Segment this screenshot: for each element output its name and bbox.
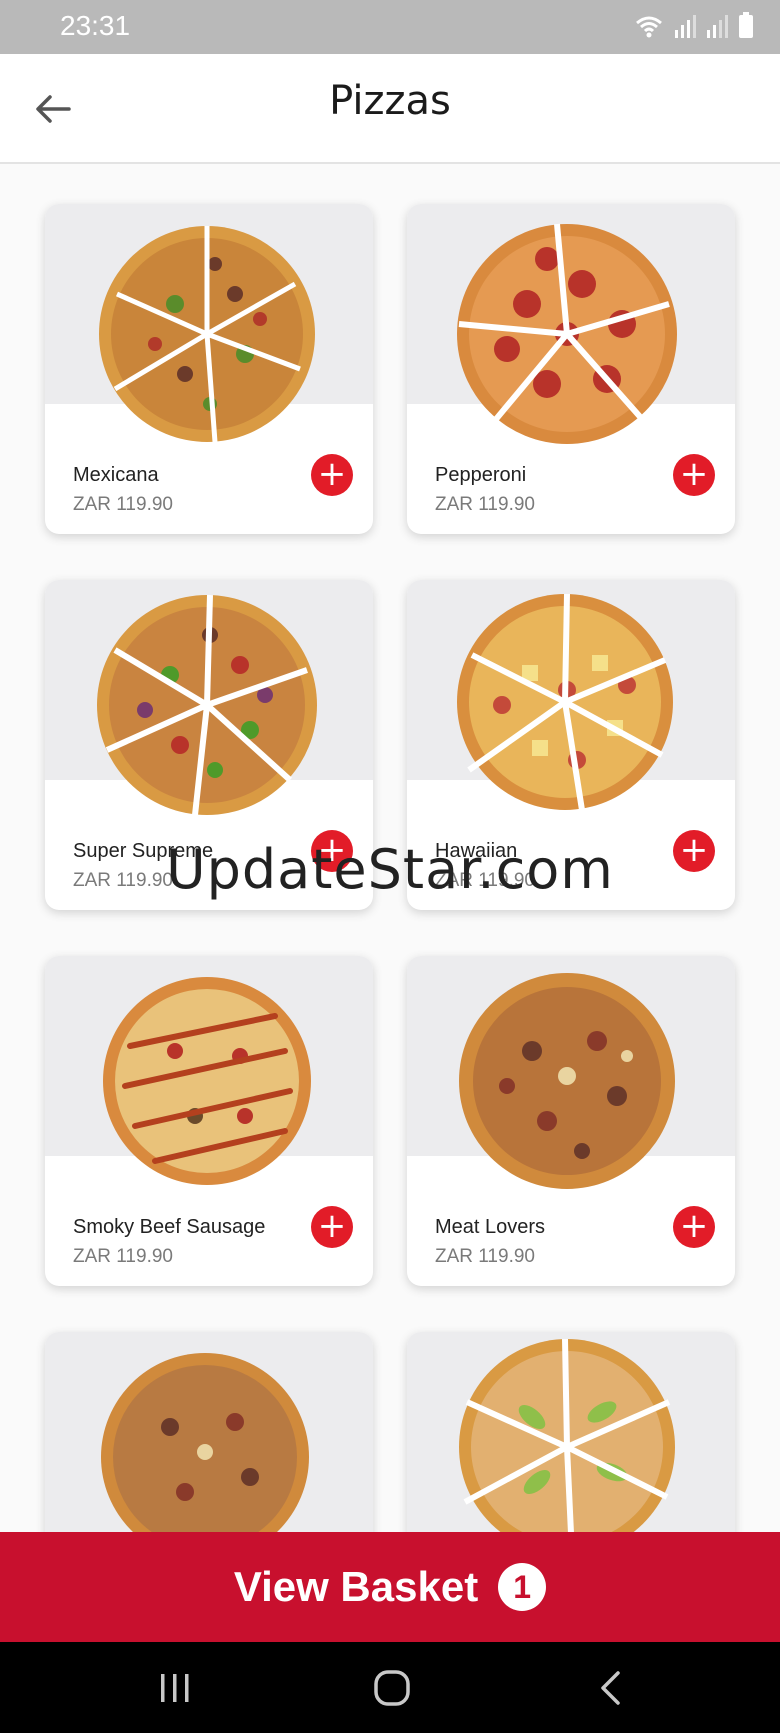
plus-icon: +	[679, 453, 709, 494]
view-basket-button[interactable]: View Basket 1	[0, 1532, 780, 1642]
home-button[interactable]	[362, 1664, 422, 1712]
product-price: ZAR 119.90	[73, 494, 173, 515]
add-to-basket-button[interactable]: +	[311, 454, 353, 496]
product-card[interactable]	[407, 1332, 735, 1532]
status-time: 23:31	[60, 10, 131, 41]
plus-icon: +	[317, 1205, 347, 1246]
add-to-basket-button[interactable]: +	[311, 1206, 353, 1248]
product-image	[407, 956, 735, 1189]
product-image	[45, 204, 373, 443]
add-to-basket-button[interactable]: +	[673, 454, 715, 496]
battery-icon	[739, 12, 753, 38]
recent-apps-button[interactable]	[145, 1664, 205, 1712]
signal-icon-2	[707, 15, 728, 38]
product-card-smoky-beef-sausage[interactable]: Smoky Beef Sausage ZAR 119.90 +	[45, 956, 373, 1286]
product-name: Mexicana	[73, 464, 159, 486]
status-bar: 23:31	[0, 0, 780, 54]
product-price: ZAR 119.90	[73, 1246, 173, 1267]
product-image	[45, 956, 373, 1185]
wifi-icon	[636, 16, 662, 38]
product-image	[407, 580, 735, 811]
product-name: Pepperoni	[435, 464, 527, 486]
product-card-meat-lovers[interactable]: Meat Lovers ZAR 119.90 +	[407, 956, 735, 1286]
product-name: Smoky Beef Sausage	[73, 1216, 266, 1238]
product-image	[45, 580, 373, 816]
app-header: Pizzas	[0, 54, 780, 164]
plus-icon: +	[317, 453, 347, 494]
product-card-mexicana[interactable]: Mexicana ZAR 119.90 +	[45, 204, 373, 534]
system-back-button[interactable]	[580, 1664, 640, 1712]
product-price: ZAR 119.90	[435, 494, 535, 515]
chevron-left-icon	[601, 1671, 620, 1705]
plus-icon: +	[679, 1205, 709, 1246]
system-nav-bar	[0, 1642, 780, 1733]
view-basket-label: View Basket	[233, 1563, 479, 1610]
add-to-basket-button[interactable]: +	[673, 1206, 715, 1248]
product-image	[407, 204, 735, 444]
product-card[interactable]	[45, 1332, 373, 1532]
basket-count-badge: 1	[498, 1563, 547, 1611]
page-title: Pizzas	[329, 78, 451, 124]
product-image	[45, 1332, 373, 1532]
product-card-pepperoni[interactable]: Pepperoni ZAR 119.90 +	[407, 204, 735, 534]
recent-apps-icon	[161, 1674, 189, 1702]
product-name: Meat Lovers	[435, 1216, 546, 1238]
watermark-text: UpdateStar.com	[166, 838, 614, 901]
product-image	[407, 1332, 735, 1532]
status-icons	[634, 12, 754, 38]
signal-icon	[675, 15, 696, 38]
home-icon	[374, 1670, 410, 1706]
product-price: ZAR 119.90	[435, 1246, 535, 1267]
